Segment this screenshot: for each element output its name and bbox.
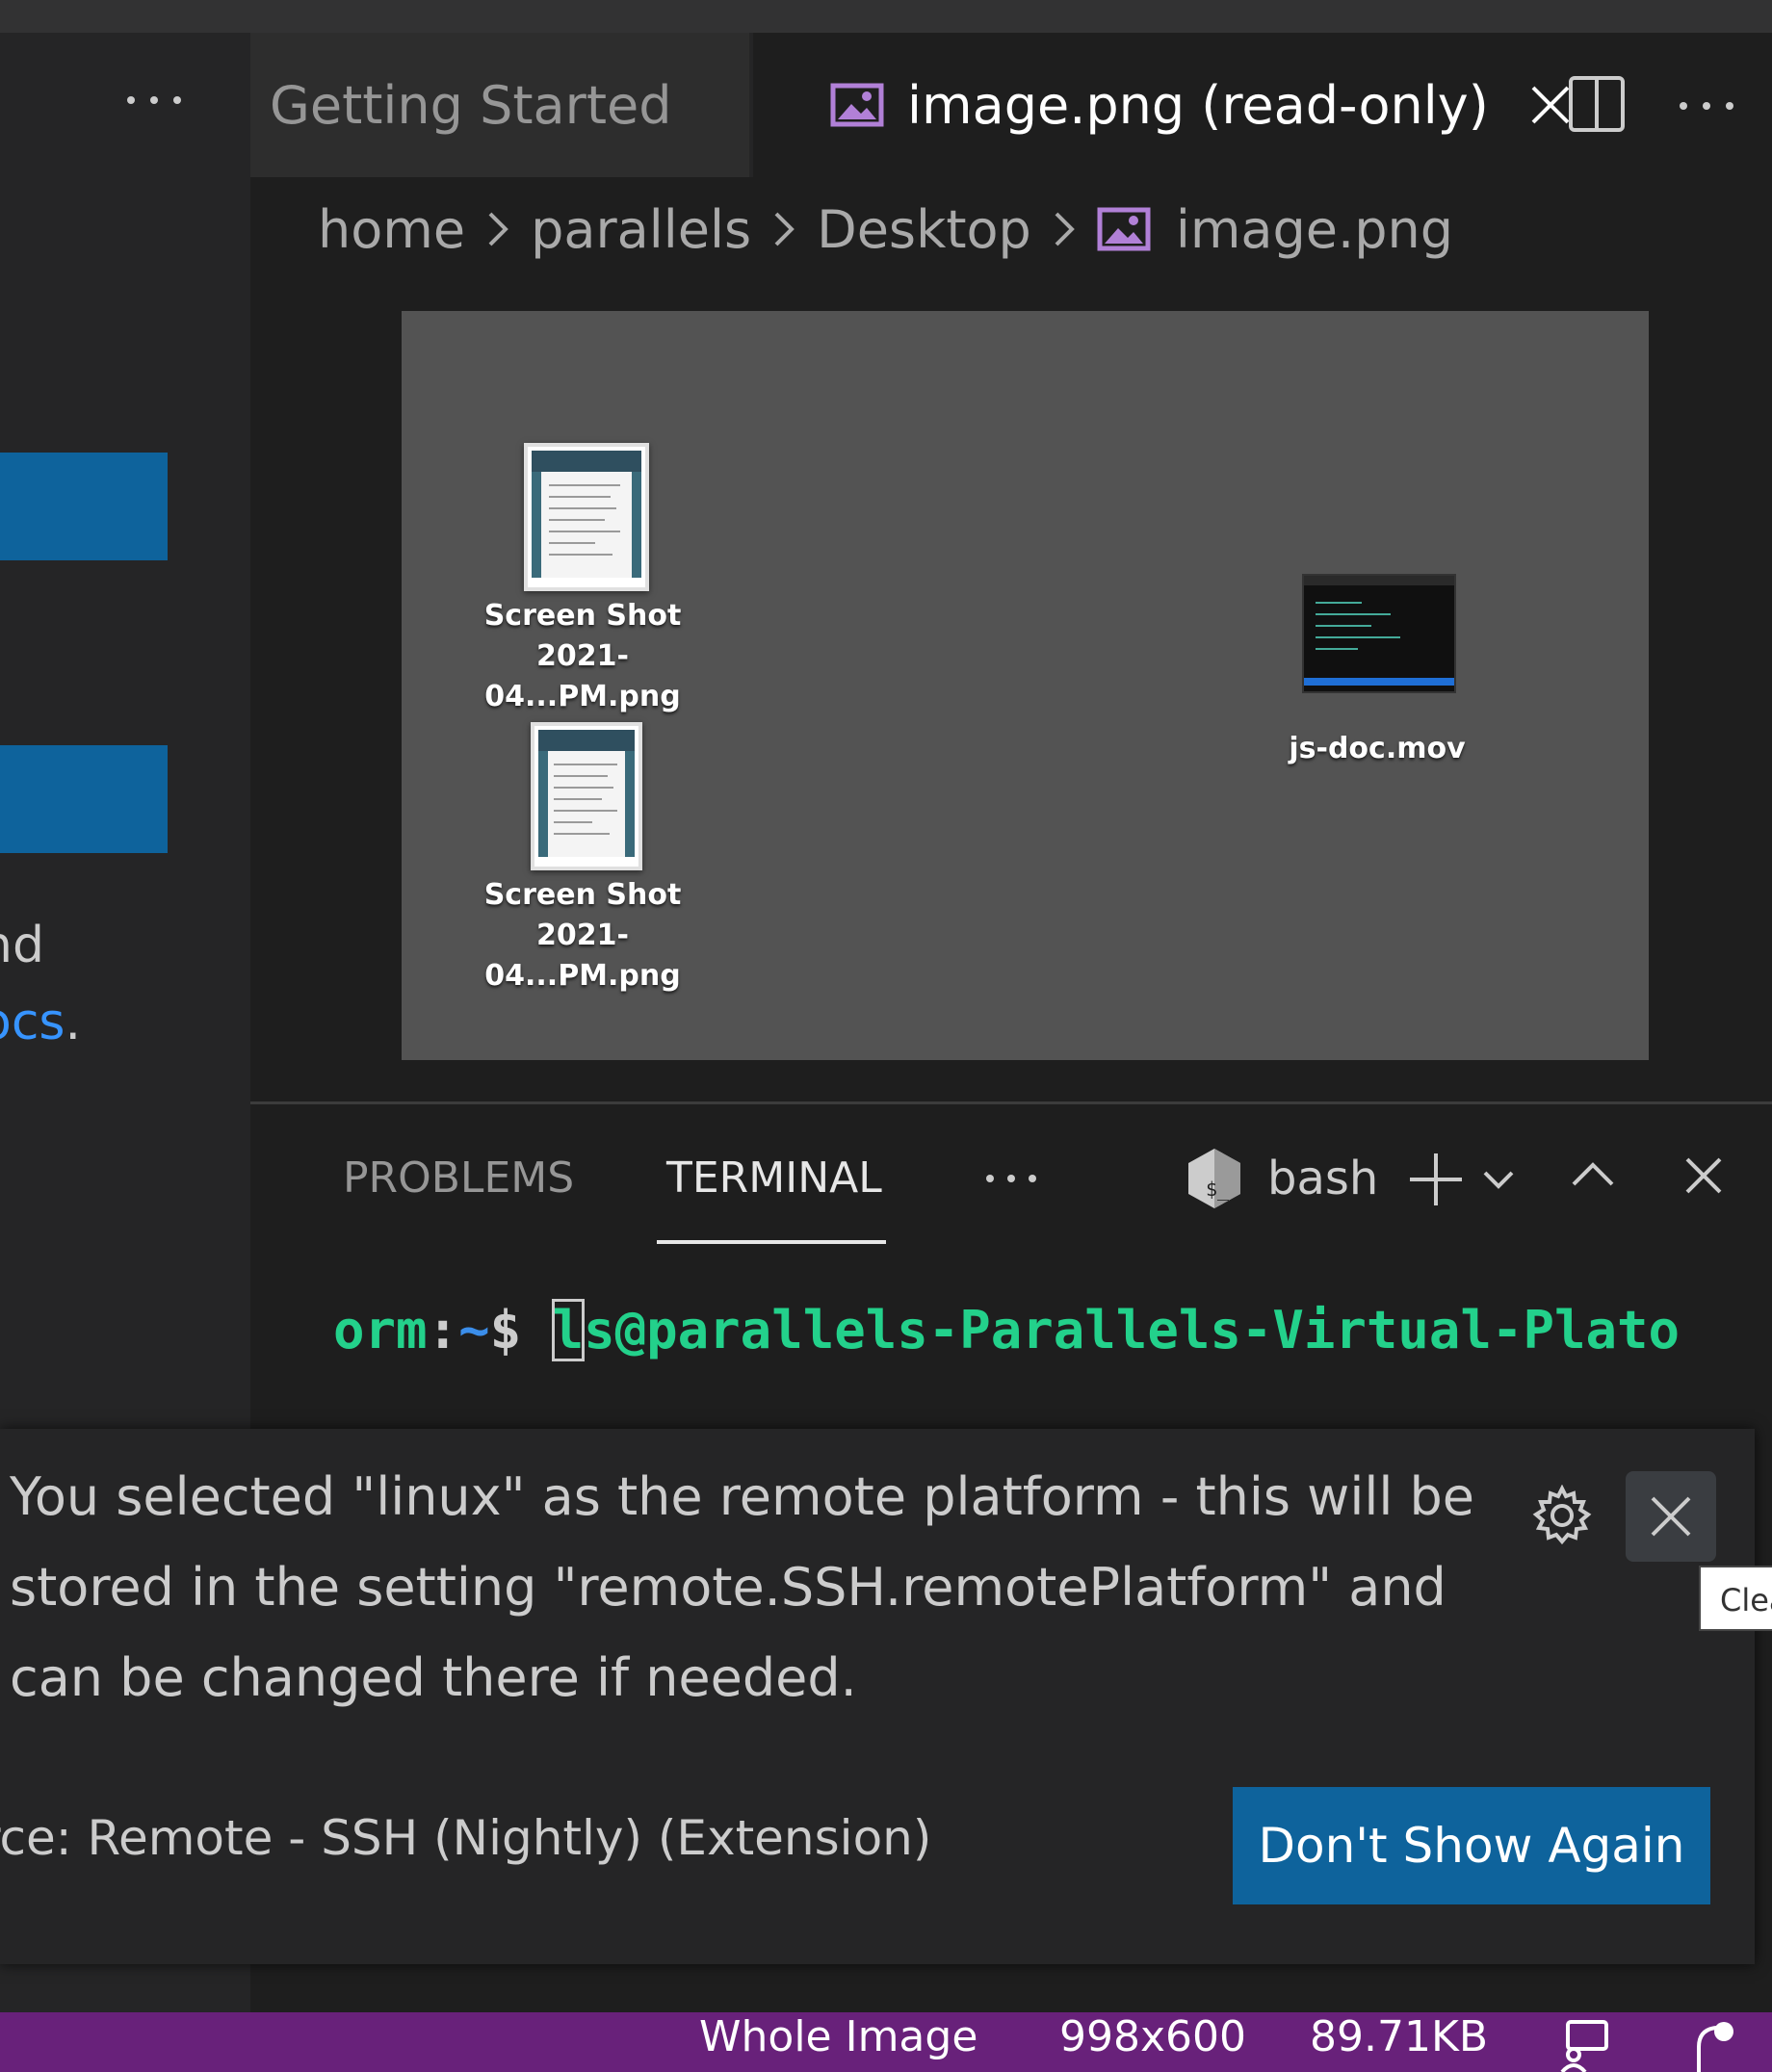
breadcrumb: home parallels Desktop image.png <box>318 191 1453 268</box>
maximize-panel-icon[interactable] <box>1570 1159 1616 1190</box>
tooltip: Clea <box>1699 1566 1772 1631</box>
feedback-icon[interactable] <box>1558 2018 1610 2072</box>
terminal-shell-icon: $_ <box>1185 1146 1244 1211</box>
status-selection[interactable]: Whole Image <box>699 2012 977 2061</box>
desktop-file-3[interactable]: js-doc.mov <box>1262 729 1493 769</box>
new-terminal-icon[interactable] <box>1406 1150 1466 1209</box>
sidebar-button-2[interactable] <box>0 745 168 853</box>
breadcrumb-home[interactable]: home <box>318 199 465 260</box>
tab-getting-started[interactable]: Getting Started <box>250 33 749 177</box>
status-dimensions: 998x600 <box>1059 2012 1247 2061</box>
file-name-line2: 2021-04...PM.png <box>484 639 681 713</box>
file-name-line1: Screen Shot <box>483 878 682 912</box>
sidebar-period: . <box>65 994 82 1051</box>
prompt-symbol: $ <box>489 1300 553 1360</box>
docs-link[interactable]: ocs <box>0 994 65 1051</box>
image-file-icon <box>830 83 884 127</box>
file-name: js-doc.mov <box>1289 732 1466 765</box>
title-bar <box>0 0 1772 33</box>
close-notification-button[interactable] <box>1626 1471 1716 1562</box>
prompt-colon: : <box>427 1300 459 1360</box>
prompt-path: ~ <box>458 1300 490 1360</box>
shell-name[interactable]: bash <box>1267 1152 1378 1205</box>
chevron-right-icon <box>1045 210 1083 248</box>
tab-label: image.png (read-only) <box>907 74 1489 136</box>
panel-more-actions-icon[interactable] <box>982 1169 1040 1188</box>
gear-icon[interactable] <box>1531 1485 1593 1546</box>
video-thumbnail-icon <box>1302 574 1456 693</box>
notifications-bell-icon[interactable] <box>1685 2018 1743 2072</box>
status-bar: Whole Image 998x600 89.71KB <box>0 2012 1772 2072</box>
sidebar-docs-line: ocs. <box>0 994 81 1051</box>
prompt-host: orm <box>333 1300 428 1360</box>
svg-text:$_: $_ <box>1206 1178 1230 1201</box>
dont-show-again-button[interactable]: Don't Show Again <box>1233 1787 1710 1904</box>
status-file-size: 89.71KB <box>1310 2012 1489 2061</box>
document-thumbnail-icon <box>531 722 642 870</box>
editor-more-actions-icon[interactable] <box>1676 96 1737 116</box>
document-thumbnail-icon <box>524 443 649 591</box>
tab-label: Getting Started <box>270 74 672 136</box>
chevron-down-icon[interactable] <box>1481 1165 1516 1194</box>
desktop-file-1[interactable]: Screen Shot 2021-04...PM.png <box>440 596 725 717</box>
terminal-cursor: l <box>551 1299 586 1361</box>
close-panel-icon[interactable] <box>1683 1155 1724 1196</box>
notification-message: You selected "linux" as the remote platf… <box>10 1466 1475 1708</box>
breadcrumb-image-png[interactable]: image.png <box>1176 199 1453 260</box>
terminal-output[interactable]: orm:~$ ls@parallels-Parallels-Virtual-Pl… <box>333 1299 1681 1361</box>
notification-source: rce: Remote - SSH (Nightly) (Extension) <box>0 1810 932 1866</box>
more-actions-icon[interactable] <box>123 91 185 110</box>
editor-tab-bar: Getting Started image.png (read-only) <box>250 33 1772 177</box>
image-file-icon <box>1097 207 1151 251</box>
notification-toast: You selected "linux" as the remote platf… <box>0 1429 1755 1964</box>
chevron-right-icon <box>479 210 517 248</box>
tab-problems[interactable]: PROBLEMS <box>343 1153 574 1203</box>
sidebar-text: nd <box>0 917 44 974</box>
desktop-file-2[interactable]: Screen Shot 2021-04...PM.png <box>440 875 725 997</box>
file-name-line1: Screen Shot <box>483 599 682 633</box>
file-name-line2: 2021-04...PM.png <box>484 919 681 993</box>
sidebar-button-1[interactable] <box>0 453 168 560</box>
chevron-right-icon <box>765 210 803 248</box>
breadcrumb-parallels[interactable]: parallels <box>531 199 751 260</box>
active-tab-indicator <box>657 1240 886 1244</box>
image-preview[interactable]: Screen Shot 2021-04...PM.png Screen Shot… <box>402 311 1649 1060</box>
split-editor-icon[interactable] <box>1568 75 1626 133</box>
close-tab-icon[interactable] <box>1529 84 1572 126</box>
breadcrumb-desktop[interactable]: Desktop <box>817 199 1031 260</box>
terminal-text: s@parallels-Parallels-Virtual-Plato <box>584 1300 1681 1360</box>
tab-terminal[interactable]: TERMINAL <box>666 1153 882 1203</box>
